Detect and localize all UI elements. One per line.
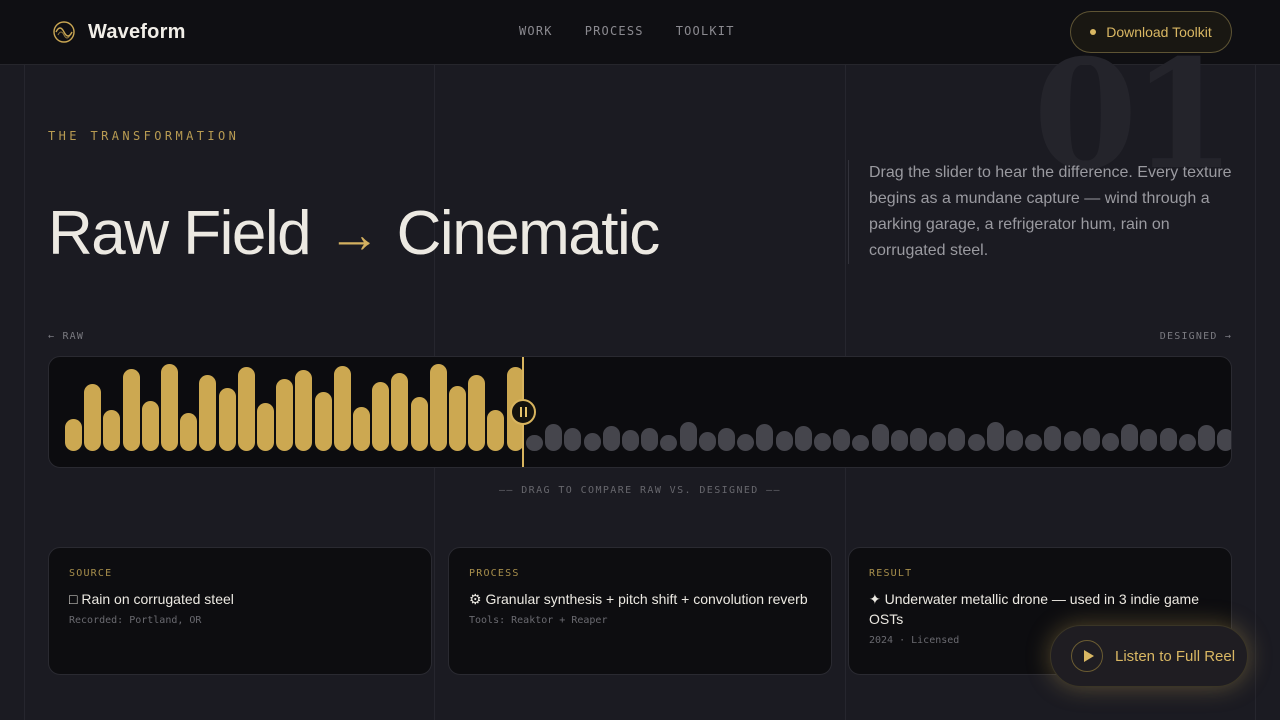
card-title: □ Rain on corrugated steel <box>69 591 234 607</box>
grid-line <box>24 65 25 720</box>
waveform-bar-designed <box>948 428 966 451</box>
arrow-right-icon: → <box>328 206 380 264</box>
card-tag: SOURCE <box>69 568 113 579</box>
slider-handle[interactable] <box>510 399 536 425</box>
waveform-bar-designed <box>545 424 563 451</box>
waveform-bar-raw <box>122 369 140 451</box>
waveform-bar-raw <box>314 392 332 451</box>
waveform-bar-raw <box>237 367 255 451</box>
waveform-bar-designed <box>1178 434 1196 451</box>
pause-icon-bar <box>524 407 527 417</box>
waveform-bar-designed <box>698 432 716 451</box>
main-nav: WORK PROCESS TOOLKIT <box>519 24 735 38</box>
nav-toolkit-link[interactable]: TOOLKIT <box>676 24 735 38</box>
logo[interactable]: Waveform <box>52 20 186 44</box>
waveform-bar-designed <box>1102 433 1119 451</box>
waveform-bar-raw <box>65 419 82 451</box>
waveform-bar-designed <box>852 435 870 451</box>
waveform-bar-raw <box>295 370 313 451</box>
waveform-bar-designed <box>602 426 620 451</box>
waveform-bar-designed <box>910 428 927 451</box>
waveform-bar-designed <box>967 434 985 451</box>
waveform-bar-designed <box>1198 425 1215 451</box>
raw-label: ← RAW <box>48 331 85 342</box>
listen-label: Listen to Full Reel <box>1115 647 1236 665</box>
waveform-bar-raw <box>468 375 486 451</box>
waveform-comparison[interactable] <box>48 356 1232 468</box>
waveform-bar-raw <box>103 410 121 451</box>
waveform-bar-designed <box>929 432 947 451</box>
waveform-bar-raw <box>199 375 217 451</box>
process-card: PROCESS ⚙ Granular synthesis + pitch shi… <box>448 547 832 675</box>
waveform-bar-designed <box>871 424 889 451</box>
title-raw: Raw Field <box>48 199 312 268</box>
waveform-bar-raw <box>391 373 409 451</box>
waveform-bar-designed <box>1121 424 1139 451</box>
section-description: Drag the slider to hear the difference. … <box>848 160 1238 264</box>
section-eyebrow: THE TRANSFORMATION <box>48 129 240 143</box>
waveform-bar-raw <box>353 407 370 451</box>
card-meta: Tools: Reaktor + Reaper <box>469 615 608 626</box>
waveform-bar-raw <box>487 410 505 451</box>
designed-label: DESIGNED → <box>1159 331 1232 342</box>
waveform-bar-raw <box>141 401 159 451</box>
card-title: ✦ Underwater metallic drone — used in 3 … <box>869 591 1200 627</box>
waveform-bar-designed <box>1063 431 1081 451</box>
waveform-logo-icon <box>53 21 75 43</box>
card-meta: Recorded: Portland, OR <box>69 615 202 626</box>
waveform-bar-raw <box>257 403 274 451</box>
drag-hint: —— DRAG TO COMPARE RAW VS. DESIGNED —— <box>499 485 781 496</box>
card-title: ⚙ Granular synthesis + pitch shift + con… <box>469 591 808 607</box>
waveform-bar-raw <box>180 413 198 451</box>
waveform-bar-designed <box>641 428 659 451</box>
waveform-bar-raw <box>218 388 236 451</box>
waveform-bar-designed <box>1006 430 1023 451</box>
waveform-bar-raw <box>429 364 447 451</box>
waveform-bar-designed <box>564 428 582 451</box>
waveform-bar-designed <box>1044 426 1062 451</box>
waveform-bar-raw <box>372 382 390 451</box>
waveform-bar-designed <box>814 433 831 451</box>
waveform-bar-designed <box>660 435 678 451</box>
waveform-bar-designed <box>718 428 735 451</box>
page-title: Raw Field → Cinematic <box>48 198 661 269</box>
waveform-bar-designed <box>679 422 697 451</box>
waveform-bar-designed <box>833 429 851 451</box>
waveform-bar-designed <box>986 422 1004 451</box>
waveform-bar-designed <box>526 435 543 451</box>
play-icon <box>1071 640 1103 672</box>
waveform-bar-designed <box>1217 429 1231 451</box>
brand-name: Waveform <box>88 20 186 43</box>
waveform-bar-raw <box>449 386 466 451</box>
waveform-bar-designed <box>794 426 812 451</box>
waveform-bar-designed <box>583 433 601 451</box>
waveform-bar-designed <box>622 430 639 451</box>
waveform-bar-raw <box>161 364 178 451</box>
waveform-bar-designed <box>756 424 774 451</box>
card-tag: RESULT <box>869 568 913 579</box>
waveform-bar-designed <box>1140 429 1158 451</box>
waveform-bar-raw <box>410 397 428 451</box>
nav-process-link[interactable]: PROCESS <box>585 24 644 38</box>
waveform-bar-raw <box>333 366 351 451</box>
nav-work-link[interactable]: WORK <box>519 24 553 38</box>
source-card: SOURCE □ Rain on corrugated steel Record… <box>48 547 432 675</box>
grid-line <box>1255 65 1256 720</box>
listen-full-reel-button[interactable]: Listen to Full Reel <box>1050 625 1248 687</box>
waveform-bar-designed <box>1082 428 1100 451</box>
card-tag: PROCESS <box>469 568 520 579</box>
waveform-bar-designed <box>737 434 755 451</box>
waveform-bar-designed <box>1025 434 1043 451</box>
waveform-bar-designed <box>1159 428 1177 451</box>
pause-icon-bar <box>519 407 522 417</box>
waveform-bar-designed <box>775 431 793 451</box>
waveform-bar-raw <box>276 379 294 451</box>
title-cinematic: Cinematic <box>396 199 661 268</box>
waveform-bar-designed <box>890 430 908 451</box>
waveform-bar-raw <box>84 384 102 451</box>
